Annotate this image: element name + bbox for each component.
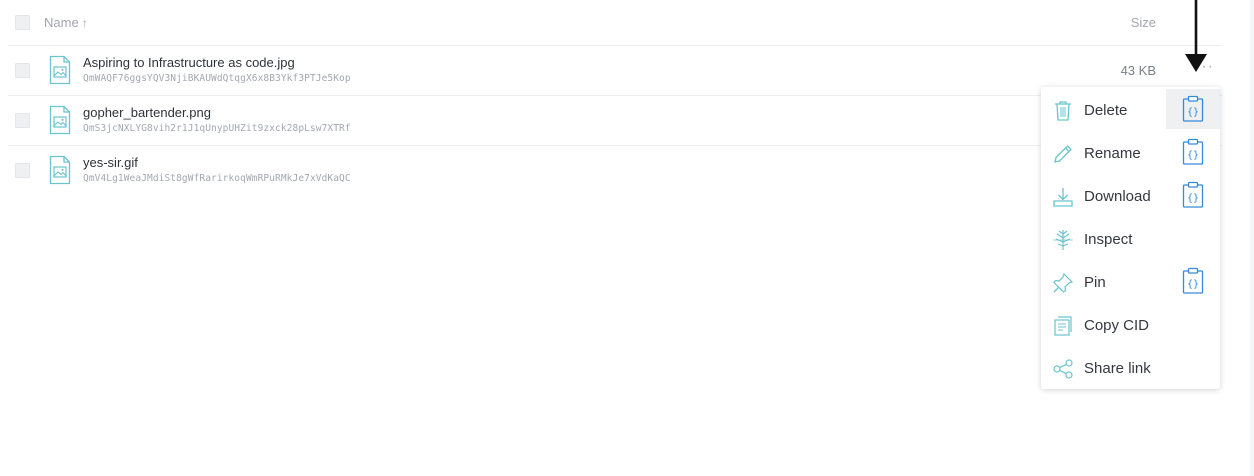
file-name[interactable]: Aspiring to Infrastructure as code.jpg <box>83 55 295 70</box>
file-row[interactable]: Aspiring to Infrastructure as code.jpg Q… <box>8 46 1222 96</box>
image-file-icon <box>49 105 71 135</box>
menu-item-label: Share link <box>1084 360 1151 377</box>
file-row[interactable]: gopher_bartender.png QmS3jcNXLYG8vih2r1J… <box>8 96 1222 146</box>
file-checkbox[interactable] <box>15 63 30 78</box>
sort-arrow-icon: ↑ <box>81 16 88 30</box>
share-icon <box>1053 359 1073 379</box>
api-code-button[interactable]: {} <box>1166 261 1220 301</box>
menu-item-label: Copy CID <box>1084 317 1150 334</box>
menu-item-label: Pin <box>1084 274 1106 291</box>
menu-item-inspect[interactable]: Inspect <box>1041 218 1220 261</box>
file-name[interactable]: gopher_bartender.png <box>83 105 211 120</box>
file-cid: QmWAQF76ggsYQV3NjiBKAUWdQtqgX6x8B3Ykf3PT… <box>83 73 351 84</box>
pointer-arrow-icon <box>1185 0 1207 72</box>
file-checkbox[interactable] <box>15 163 30 178</box>
code-clipboard-icon: {} <box>1182 181 1204 208</box>
file-row[interactable]: yes-sir.gif QmV4Lg1WeaJMdiSt8gWfRarirkoq… <box>8 146 1222 196</box>
api-code-button[interactable]: {} <box>1166 175 1220 215</box>
copy-icon <box>1054 316 1072 336</box>
code-clipboard-icon: {} <box>1182 95 1204 122</box>
pencil-icon <box>1054 145 1072 163</box>
code-clipboard-icon: {} <box>1182 138 1204 165</box>
menu-item-label: Rename <box>1084 145 1141 162</box>
image-file-icon <box>49 55 71 85</box>
menu-item-copy-cid[interactable]: Copy CID <box>1041 304 1220 347</box>
file-cid: QmV4Lg1WeaJMdiSt8gWfRarirkoqWmRPuRMkJe7x… <box>83 173 351 184</box>
file-cid: QmS3jcNXLYG8vih2r1J1qUnypUHZit9zxck28pLs… <box>83 123 351 134</box>
scrollbar-track[interactable] <box>1250 0 1254 476</box>
menu-item-rename[interactable]: Rename {} <box>1041 132 1220 175</box>
menu-item-delete[interactable]: Delete {} <box>1041 89 1220 132</box>
size-column-header[interactable]: Size <box>1131 15 1156 30</box>
file-name[interactable]: yes-sir.gif <box>83 155 138 170</box>
context-menu: Delete {} Rename {} Download {} Inspect … <box>1041 87 1220 389</box>
api-code-button[interactable]: {} <box>1166 132 1220 172</box>
trash-icon <box>1055 101 1071 121</box>
menu-item-download[interactable]: Download {} <box>1041 175 1220 218</box>
file-list-header: Name ↑ Size <box>8 0 1222 46</box>
pin-icon <box>1053 272 1074 293</box>
select-all-checkbox[interactable] <box>15 15 30 30</box>
name-column-header[interactable]: Name ↑ <box>44 15 88 30</box>
download-icon <box>1053 188 1073 207</box>
file-list: Name ↑ Size Aspiring to Infrastructure as… <box>8 0 1222 196</box>
svg-text:{}: {} <box>1187 150 1199 161</box>
file-checkbox[interactable] <box>15 113 30 128</box>
menu-item-share-link[interactable]: Share link <box>1041 347 1220 390</box>
api-code-button[interactable]: {} <box>1166 89 1220 129</box>
menu-item-pin[interactable]: Pin {} <box>1041 261 1220 304</box>
image-file-icon <box>49 155 71 185</box>
file-size: 43 KB <box>1120 63 1156 78</box>
svg-text:{}: {} <box>1187 193 1199 204</box>
menu-item-label: Inspect <box>1084 231 1133 248</box>
menu-item-label: Download <box>1084 188 1151 205</box>
name-column-label: Name <box>44 15 79 30</box>
svg-text:{}: {} <box>1187 279 1199 290</box>
code-clipboard-icon: {} <box>1182 267 1204 294</box>
svg-text:{}: {} <box>1187 107 1199 118</box>
inspect-icon <box>1053 230 1073 250</box>
menu-item-label: Delete <box>1084 102 1128 119</box>
